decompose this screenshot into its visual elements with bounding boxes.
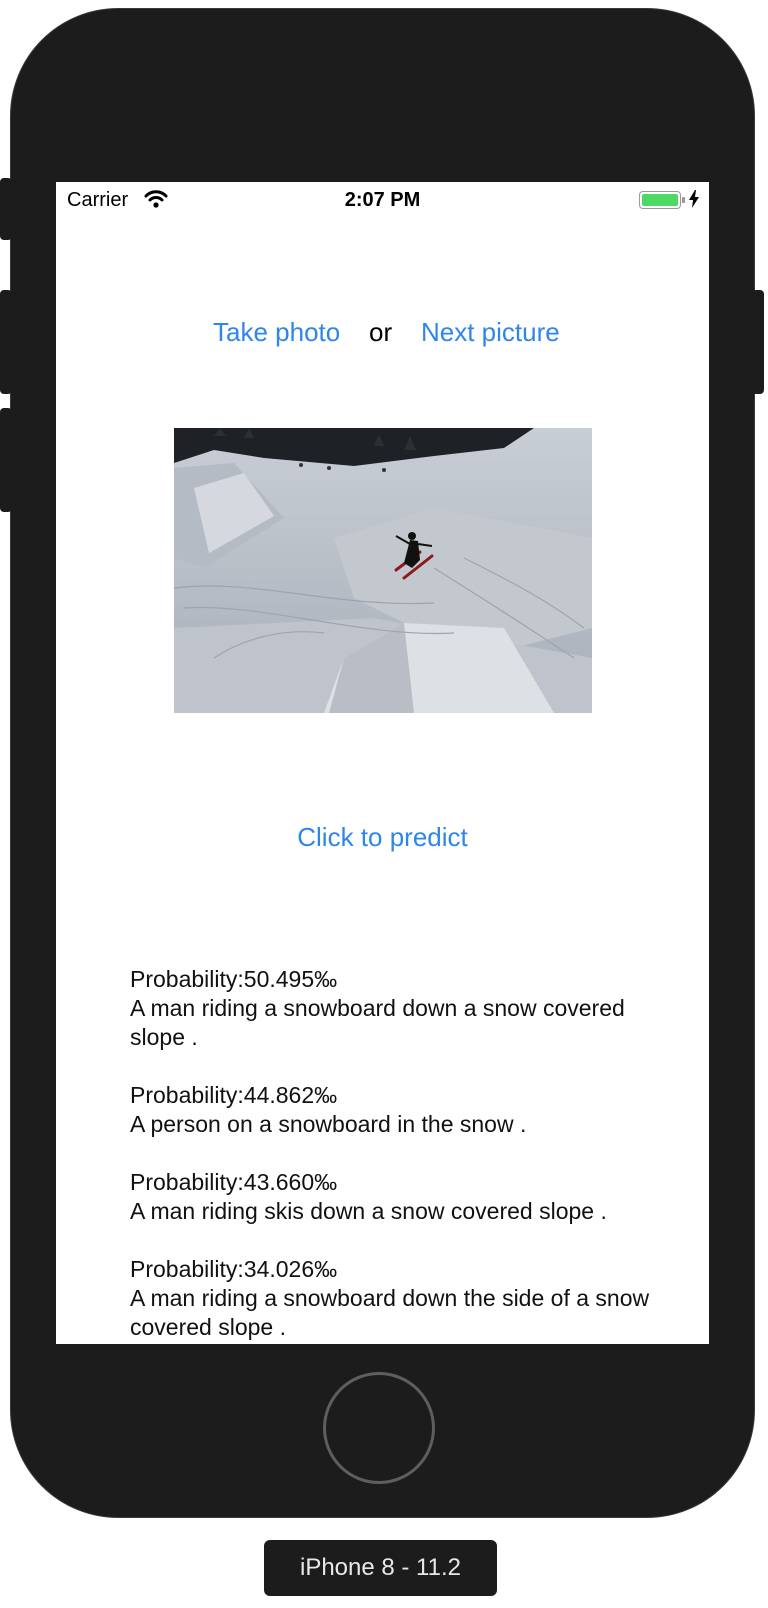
charging-bolt-icon xyxy=(689,190,699,214)
result-item: Probability:44.862‰ A person on a snowbo… xyxy=(130,1081,650,1139)
mute-switch xyxy=(0,178,12,240)
predict-row: Click to predict xyxy=(56,822,709,853)
or-label: or xyxy=(369,317,393,347)
battery-icon xyxy=(639,191,685,209)
result-item: Probability:43.660‰ A man riding skis do… xyxy=(130,1168,650,1226)
result-caption: A person on a snowboard in the snow . xyxy=(130,1111,527,1137)
home-button[interactable] xyxy=(323,1372,435,1484)
volume-up-button xyxy=(0,290,12,394)
result-item: Probability:50.495‰ A man riding a snowb… xyxy=(130,965,650,1052)
result-caption: A man riding a snowboard down the side o… xyxy=(130,1285,650,1340)
result-probability: Probability:34.026‰ xyxy=(130,1256,338,1282)
result-caption: A man riding skis down a snow covered sl… xyxy=(130,1198,607,1224)
power-button xyxy=(752,290,764,394)
result-item: Probability:34.026‰ A man riding a snowb… xyxy=(130,1255,650,1342)
next-picture-button[interactable]: Next picture xyxy=(421,317,560,348)
take-photo-button[interactable]: Take photo xyxy=(213,317,340,348)
volume-down-button xyxy=(0,408,12,512)
simulator-device-label: iPhone 8 - 11.2 xyxy=(264,1540,497,1596)
results-list: Probability:50.495‰ A man riding a snowb… xyxy=(130,965,650,1344)
ski-jump-photo xyxy=(174,428,592,713)
predict-button[interactable]: Click to predict xyxy=(297,822,468,852)
result-caption: A man riding a snowboard down a snow cov… xyxy=(130,995,625,1050)
photo-actions: Take photo or Next picture xyxy=(56,317,709,357)
result-probability: Probability:43.660‰ xyxy=(130,1169,338,1195)
app-screen: Carrier 2:07 PM Take photo or Next pictu… xyxy=(56,182,709,1344)
result-probability: Probability:44.862‰ xyxy=(130,1082,338,1108)
status-bar: Carrier 2:07 PM xyxy=(56,182,709,222)
status-time: 2:07 PM xyxy=(344,189,421,211)
result-probability: Probability:50.495‰ xyxy=(130,966,338,992)
